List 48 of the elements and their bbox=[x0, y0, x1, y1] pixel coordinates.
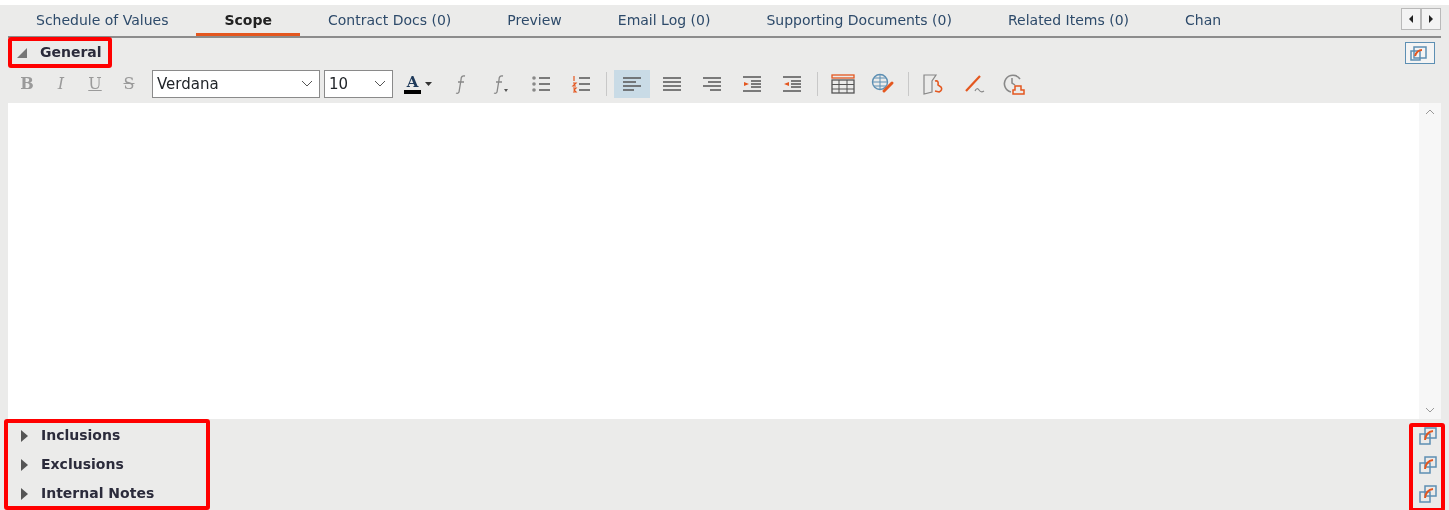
align-left-icon bbox=[622, 76, 642, 92]
align-center-icon bbox=[662, 76, 682, 92]
font-dropdown[interactable]: Verdana bbox=[152, 70, 320, 98]
table-icon bbox=[831, 74, 855, 94]
collapse-triangle-icon[interactable] bbox=[16, 46, 28, 59]
tab[interactable]: Related Items (0) bbox=[979, 5, 1158, 36]
tab[interactable]: Chan bbox=[1157, 5, 1250, 36]
chevron-down-icon bbox=[301, 80, 313, 88]
section-title[interactable]: Exclusions bbox=[41, 454, 124, 475]
expand-triangle-icon[interactable] bbox=[20, 428, 29, 443]
caret-icon bbox=[425, 82, 433, 86]
right-arrow-icon bbox=[1428, 15, 1434, 23]
chevron-down-icon bbox=[374, 80, 386, 88]
tab[interactable]: Scope bbox=[196, 5, 300, 36]
tab[interactable]: Email Log (0) bbox=[589, 5, 739, 36]
outdent-icon bbox=[782, 75, 802, 93]
popout-icon[interactable] bbox=[1419, 454, 1437, 475]
popout-icon[interactable] bbox=[1419, 425, 1437, 446]
tab[interactable]: Contract Docs (0) bbox=[300, 5, 480, 36]
tab[interactable]: Schedule of Values bbox=[8, 5, 197, 36]
function-icon bbox=[454, 74, 468, 94]
expand-triangle-icon[interactable] bbox=[20, 486, 29, 501]
align-left-button[interactable] bbox=[614, 70, 650, 98]
align-right-icon bbox=[702, 76, 722, 92]
tab[interactable]: Supporting Documents (0) bbox=[738, 5, 980, 36]
globe-link-icon bbox=[871, 73, 895, 95]
chevron-down-icon[interactable] bbox=[1425, 407, 1435, 413]
chevron-up-icon[interactable] bbox=[1425, 109, 1435, 115]
numbered-list-icon bbox=[571, 75, 591, 93]
expand-triangle-icon[interactable] bbox=[20, 457, 29, 472]
scrollbar[interactable] bbox=[1419, 103, 1441, 419]
section-title[interactable]: General bbox=[40, 42, 102, 63]
stamp-icon bbox=[923, 73, 945, 95]
font-color-button[interactable]: A bbox=[397, 70, 439, 98]
left-arrow-icon bbox=[1408, 15, 1414, 23]
font-size-dropdown[interactable]: 10 bbox=[324, 70, 393, 98]
scroll-left-button[interactable] bbox=[1401, 8, 1421, 30]
clock-stamp-icon bbox=[1003, 73, 1025, 95]
section-title[interactable]: Internal Notes bbox=[41, 483, 155, 504]
tab[interactable]: Preview bbox=[479, 5, 590, 36]
pen-signature-icon bbox=[963, 73, 985, 95]
popout-icon[interactable] bbox=[1405, 41, 1435, 64]
bulleted-list-icon bbox=[531, 75, 551, 93]
popout-icon[interactable] bbox=[1419, 483, 1437, 504]
scroll-right-button[interactable] bbox=[1421, 8, 1441, 30]
indent-icon bbox=[742, 75, 762, 93]
function-subscript-icon bbox=[492, 74, 510, 94]
section-title[interactable]: Inclusions bbox=[41, 425, 121, 446]
